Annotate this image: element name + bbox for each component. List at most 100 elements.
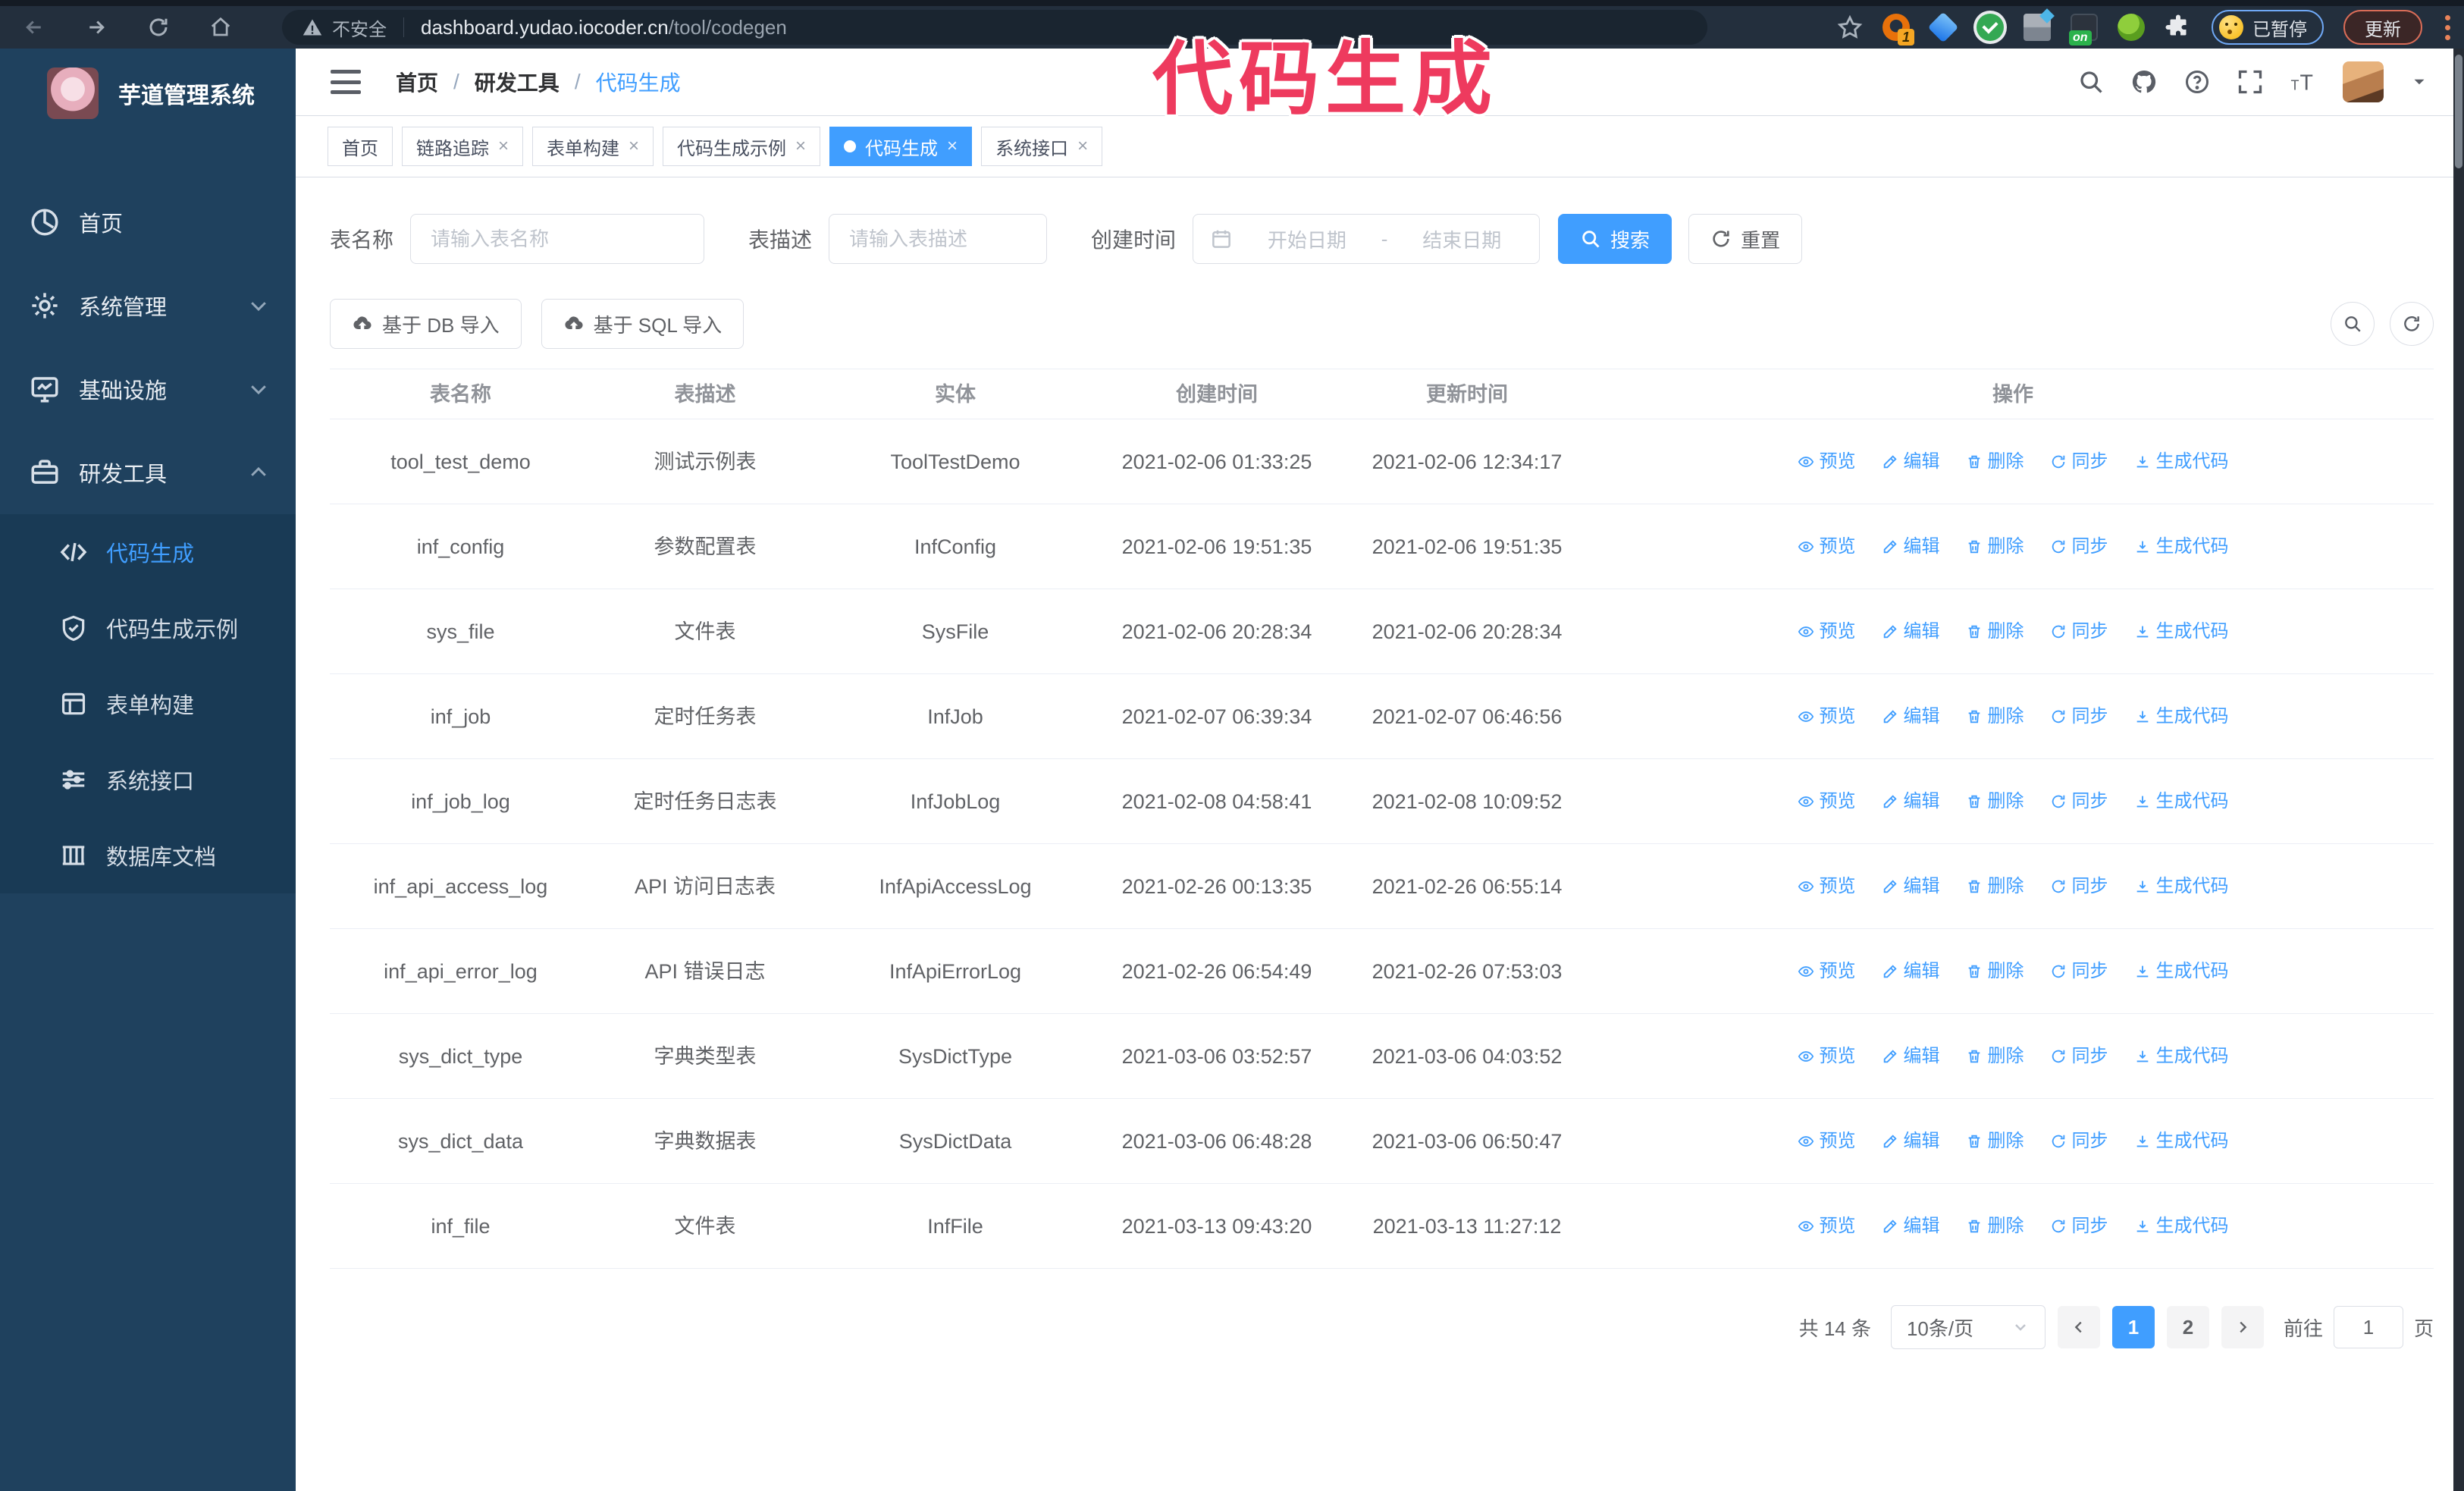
sidebar-item-system[interactable]: 系统管理 bbox=[0, 264, 296, 347]
search-button[interactable]: 搜索 bbox=[1558, 214, 1672, 264]
browser-back-icon[interactable] bbox=[23, 16, 45, 39]
edit-button[interactable]: 编辑 bbox=[1882, 532, 1940, 562]
edit-button[interactable]: 编辑 bbox=[1882, 1041, 1940, 1072]
sidebar-item-codegen[interactable]: 代码生成 bbox=[0, 514, 296, 590]
reset-button[interactable]: 重置 bbox=[1688, 214, 1803, 264]
tab-form-builder[interactable]: 表单构建 × bbox=[532, 127, 654, 166]
table-desc-input[interactable] bbox=[829, 214, 1048, 264]
delete-button[interactable]: 删除 bbox=[1966, 617, 2024, 647]
browser-forward-icon[interactable] bbox=[85, 16, 108, 39]
sidebar-item-devtools[interactable]: 研发工具 bbox=[0, 431, 296, 514]
browser-reload-icon[interactable] bbox=[147, 16, 170, 39]
header-search-icon[interactable] bbox=[2077, 68, 2105, 96]
preview-button[interactable]: 预览 bbox=[1798, 702, 1856, 732]
tab-system-api[interactable]: 系统接口 × bbox=[981, 127, 1103, 166]
prev-page-button[interactable] bbox=[2057, 1306, 2100, 1348]
preview-button[interactable]: 预览 bbox=[1798, 532, 1856, 562]
sync-button[interactable]: 同步 bbox=[2050, 1126, 2108, 1157]
close-icon[interactable]: × bbox=[947, 136, 958, 157]
sidebar-item-system-api[interactable]: 系统接口 bbox=[0, 742, 296, 818]
sync-button[interactable]: 同步 bbox=[2050, 532, 2108, 562]
user-avatar[interactable] bbox=[2343, 61, 2384, 102]
edit-button[interactable]: 编辑 bbox=[1882, 1126, 1940, 1157]
delete-button[interactable]: 删除 bbox=[1966, 1126, 2024, 1157]
sync-button[interactable]: 同步 bbox=[2050, 447, 2108, 477]
tab-trace[interactable]: 链路追踪 × bbox=[402, 127, 524, 166]
tab-home[interactable]: 首页 bbox=[328, 127, 393, 166]
close-icon[interactable]: × bbox=[795, 136, 806, 157]
preview-button[interactable]: 预览 bbox=[1798, 1126, 1856, 1157]
delete-button[interactable]: 删除 bbox=[1966, 956, 2024, 987]
generate-code-button[interactable]: 生成代码 bbox=[2134, 447, 2229, 477]
page-button-2[interactable]: 2 bbox=[2166, 1306, 2209, 1348]
font-size-icon[interactable]: TT bbox=[2290, 68, 2317, 96]
edit-button[interactable]: 编辑 bbox=[1882, 871, 1940, 902]
browser-menu-icon[interactable] bbox=[2445, 14, 2450, 40]
generate-code-button[interactable]: 生成代码 bbox=[2134, 1126, 2229, 1157]
generate-code-button[interactable]: 生成代码 bbox=[2134, 532, 2229, 562]
sidebar-logo[interactable]: 芋道管理系统 bbox=[0, 49, 296, 138]
preview-button[interactable]: 预览 bbox=[1798, 447, 1856, 477]
generate-code-button[interactable]: 生成代码 bbox=[2134, 702, 2229, 732]
delete-button[interactable]: 删除 bbox=[1966, 871, 2024, 902]
edit-button[interactable]: 编辑 bbox=[1882, 786, 1940, 817]
generate-code-button[interactable]: 生成代码 bbox=[2134, 1041, 2229, 1072]
import-sql-button[interactable]: 基于 SQL 导入 bbox=[541, 299, 745, 349]
browser-update-button[interactable]: 更新 bbox=[2343, 10, 2422, 45]
generate-code-button[interactable]: 生成代码 bbox=[2134, 1211, 2229, 1241]
sync-button[interactable]: 同步 bbox=[2050, 1211, 2108, 1241]
sync-button[interactable]: 同步 bbox=[2050, 871, 2108, 902]
date-range-picker[interactable]: 开始日期 - 结束日期 bbox=[1193, 214, 1541, 264]
breadcrumb-devtools[interactable]: 研发工具 bbox=[475, 67, 560, 97]
edit-button[interactable]: 编辑 bbox=[1882, 447, 1940, 477]
preview-button[interactable]: 预览 bbox=[1798, 617, 1856, 647]
sidebar-item-infra[interactable]: 基础设施 bbox=[0, 347, 296, 431]
generate-code-button[interactable]: 生成代码 bbox=[2134, 871, 2229, 902]
preview-button[interactable]: 预览 bbox=[1798, 786, 1856, 817]
help-icon[interactable] bbox=[2183, 68, 2211, 96]
page-size-select[interactable]: 10条/页 bbox=[1890, 1305, 2045, 1349]
extension-check-icon[interactable] bbox=[1977, 14, 2004, 41]
sidebar-item-form-builder[interactable]: 表单构建 bbox=[0, 666, 296, 742]
extensions-puzzle-icon[interactable] bbox=[2165, 14, 2192, 41]
extension-dark-icon[interactable]: on bbox=[2069, 14, 2098, 46]
sync-button[interactable]: 同步 bbox=[2050, 702, 2108, 732]
page-button-1[interactable]: 1 bbox=[2111, 1306, 2155, 1348]
preview-button[interactable]: 预览 bbox=[1798, 1041, 1856, 1072]
scrollbar-thumb[interactable] bbox=[2455, 55, 2462, 168]
profile-paused-chip[interactable]: 已暂停 bbox=[2212, 10, 2324, 45]
generate-code-button[interactable]: 生成代码 bbox=[2134, 617, 2229, 647]
next-page-button[interactable] bbox=[2221, 1306, 2264, 1348]
table-name-input[interactable] bbox=[410, 214, 705, 264]
tab-codegen-demo[interactable]: 代码生成示例 × bbox=[663, 127, 821, 166]
edit-button[interactable]: 编辑 bbox=[1882, 956, 1940, 987]
close-icon[interactable]: × bbox=[498, 136, 509, 157]
edit-button[interactable]: 编辑 bbox=[1882, 617, 1940, 647]
goto-page-input[interactable] bbox=[2333, 1306, 2403, 1348]
tab-codegen[interactable]: 代码生成 × bbox=[829, 127, 973, 166]
toggle-search-button[interactable] bbox=[2331, 302, 2375, 346]
delete-button[interactable]: 删除 bbox=[1966, 1041, 2024, 1072]
generate-code-button[interactable]: 生成代码 bbox=[2134, 786, 2229, 817]
bookmark-star-icon[interactable] bbox=[1837, 14, 1863, 40]
close-icon[interactable]: × bbox=[629, 136, 639, 157]
breadcrumb-home[interactable]: 首页 bbox=[396, 67, 438, 97]
extension-gem-icon[interactable] bbox=[1927, 11, 1959, 43]
delete-button[interactable]: 删除 bbox=[1966, 1211, 2024, 1241]
delete-button[interactable]: 删除 bbox=[1966, 786, 2024, 817]
preview-button[interactable]: 预览 bbox=[1798, 871, 1856, 902]
sidebar-toggle-icon[interactable] bbox=[331, 70, 361, 94]
edit-button[interactable]: 编辑 bbox=[1882, 1211, 1940, 1241]
user-menu-caret-icon[interactable] bbox=[2409, 72, 2429, 92]
close-icon[interactable]: × bbox=[1077, 136, 1088, 157]
sync-button[interactable]: 同步 bbox=[2050, 956, 2108, 987]
github-icon[interactable] bbox=[2130, 68, 2158, 96]
fullscreen-icon[interactable] bbox=[2237, 68, 2264, 96]
preview-button[interactable]: 预览 bbox=[1798, 956, 1856, 987]
extension-grid-icon[interactable] bbox=[2024, 14, 2051, 41]
delete-button[interactable]: 删除 bbox=[1966, 702, 2024, 732]
extension-key-icon[interactable] bbox=[2118, 14, 2145, 41]
address-bar[interactable]: 不安全 dashboard.yudao.iocoder.cn /tool/cod… bbox=[282, 10, 1707, 45]
sidebar-item-db-doc[interactable]: 数据库文档 bbox=[0, 818, 296, 893]
refresh-table-button[interactable] bbox=[2390, 302, 2434, 346]
